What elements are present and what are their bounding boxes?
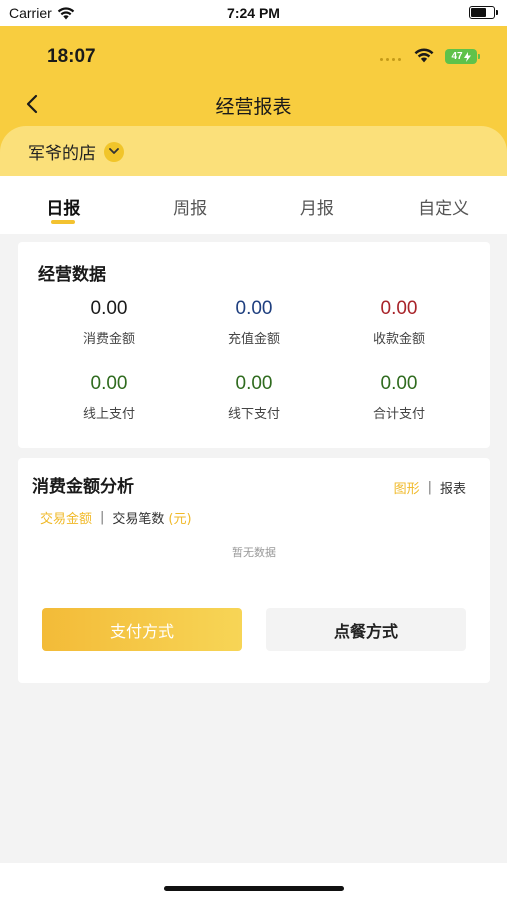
view-table-toggle[interactable]: 报表 — [440, 478, 466, 497]
metric-value: 0.00 — [235, 298, 273, 319]
divider: | — [427, 480, 432, 495]
store-bar: 军爷的店 — [0, 126, 507, 178]
app-battery-icon: 47 — [445, 49, 480, 64]
battery-level: 47 — [451, 51, 463, 62]
store-selector[interactable]: 军爷的店 — [28, 139, 124, 164]
metric-online-payment: 0.00 线上支付 — [34, 373, 184, 422]
metric-label: 消费金额 — [82, 332, 135, 347]
metric-label: 线上支付 — [82, 407, 135, 422]
analysis-title: 消费金额分析 — [32, 477, 134, 497]
business-data-card: 经营数据 0.00 消费金额 0.00 充值金额 0.00 收款金额 0.00 … — [18, 242, 490, 448]
analysis-legend: 交易金额 | 交易笔数 (元) — [40, 508, 192, 527]
store-name: 军爷的店 — [28, 144, 96, 164]
app-status-bar: 18:07 47 — [0, 26, 507, 84]
battery-icon — [469, 6, 498, 19]
app-wifi-icon — [414, 48, 434, 63]
report-period-tabs: 日报 周报 月报 自定义 — [0, 176, 507, 234]
app-status-time: 18:07 — [47, 46, 96, 67]
metric-value: 0.00 — [380, 373, 418, 394]
tab-weekly[interactable]: 周报 — [127, 176, 254, 234]
metric-consumption: 0.00 消费金额 — [34, 298, 184, 347]
tab-label: 周报 — [173, 199, 208, 219]
active-tab-indicator — [51, 220, 76, 224]
signal-dots-icon — [380, 58, 401, 61]
metric-value: 0.00 — [380, 298, 418, 319]
order-method-button[interactable]: 点餐方式 — [266, 608, 466, 651]
view-switch: 图形 | 报表 — [394, 478, 466, 497]
metric-value: 0.00 — [235, 373, 273, 394]
tab-label: 月报 — [299, 199, 334, 219]
metric-label: 收款金额 — [372, 332, 425, 347]
tab-custom[interactable]: 自定义 — [380, 176, 507, 234]
navigation-bar: 经营报表 — [0, 84, 507, 124]
legend-unit: (元) — [168, 512, 192, 527]
tab-label: 自定义 — [418, 199, 470, 219]
device-status-bar: Carrier 7:24 PM — [0, 0, 507, 26]
metric-total-payment: 0.00 合计支付 — [324, 373, 474, 422]
metric-recharge: 0.00 充值金额 — [179, 298, 329, 347]
metric-label: 充值金额 — [227, 332, 280, 347]
payment-method-button[interactable]: 支付方式 — [42, 608, 242, 651]
legend-amount[interactable]: 交易金额 — [40, 508, 92, 527]
business-data-title: 经营数据 — [38, 265, 106, 285]
tab-label: 日报 — [46, 199, 81, 219]
metric-label: 线下支付 — [227, 407, 280, 422]
metric-label: 合计支付 — [372, 407, 425, 422]
tab-monthly[interactable]: 月报 — [254, 176, 381, 234]
device-time: 7:24 PM — [227, 5, 280, 21]
charging-bolt-icon — [463, 51, 471, 62]
app-header: 18:07 47 经营报表 军爷的店 — [0, 26, 507, 178]
home-indicator[interactable] — [164, 886, 344, 891]
metric-value: 0.00 — [90, 298, 128, 319]
metric-offline-payment: 0.00 线下支付 — [179, 373, 329, 422]
tab-daily[interactable]: 日报 — [0, 176, 127, 234]
divider: | — [100, 510, 105, 525]
metric-collection: 0.00 收款金额 — [324, 298, 474, 347]
home-indicator-area — [0, 863, 507, 900]
consumption-analysis-card: 消费金额分析 图形 | 报表 交易金额 | 交易笔数 (元) 暂无数据 支付方式… — [18, 458, 490, 683]
chevron-down-icon — [104, 141, 124, 162]
view-chart-toggle[interactable]: 图形 — [394, 478, 420, 497]
page-title: 经营报表 — [215, 96, 292, 118]
metric-value: 0.00 — [90, 373, 128, 394]
legend-count[interactable]: 交易笔数 — [112, 508, 164, 527]
empty-state-text: 暂无数据 — [232, 546, 276, 559]
